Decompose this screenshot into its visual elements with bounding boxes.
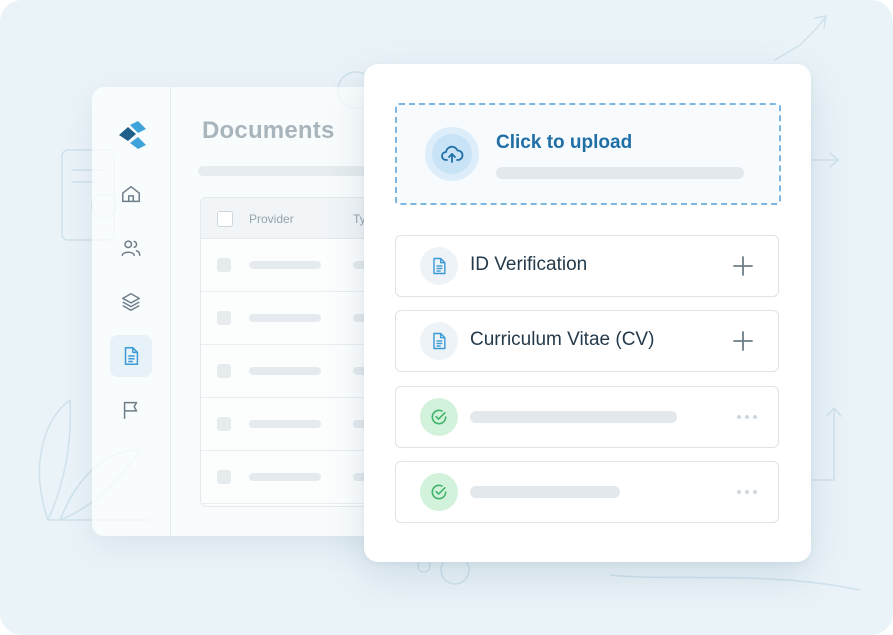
sidebar-item-users[interactable] — [110, 227, 152, 269]
document-icon — [433, 257, 446, 275]
sidebar-item-layers[interactable] — [110, 281, 152, 323]
more-icon[interactable] — [736, 488, 758, 496]
document-item-id-verification[interactable]: ID Verification — [395, 235, 779, 297]
sidebar-item-home[interactable] — [110, 173, 152, 215]
upload-card: Click to upload ID Verification Curricul… — [364, 64, 811, 562]
completed-document-item[interactable] — [395, 386, 779, 448]
check-circle-icon — [431, 484, 447, 500]
row-checkbox[interactable] — [217, 258, 231, 272]
check-circle-icon — [431, 409, 447, 425]
layers-icon — [122, 293, 140, 311]
canvas: Documents Provider Ty Click to upload ID… — [0, 0, 893, 635]
document-item-cv[interactable]: Curriculum Vitae (CV) — [395, 310, 779, 372]
completed-document-item[interactable] — [395, 461, 779, 523]
document-icon-badge — [420, 247, 458, 285]
row-checkbox[interactable] — [217, 364, 231, 378]
row-checkbox[interactable] — [217, 417, 231, 431]
subtitle-placeholder — [198, 166, 378, 176]
document-icon — [124, 347, 139, 365]
sidebar-item-documents[interactable] — [110, 335, 152, 377]
cell-placeholder — [249, 261, 321, 269]
home-icon — [122, 185, 140, 203]
cell-placeholder — [249, 473, 321, 481]
sidebar-item-flag[interactable] — [110, 389, 152, 431]
document-icon-badge — [420, 322, 458, 360]
cell-placeholder — [249, 367, 321, 375]
check-icon-badge — [420, 473, 458, 511]
more-icon[interactable] — [736, 413, 758, 421]
row-checkbox[interactable] — [217, 311, 231, 325]
documents-window: Documents Provider Ty — [92, 87, 392, 536]
document-label: ID Verification — [470, 254, 588, 275]
brand-logo — [119, 121, 146, 149]
column-header-provider[interactable]: Provider — [249, 212, 294, 226]
check-icon-badge — [420, 398, 458, 436]
upload-dropzone[interactable]: Click to upload — [395, 103, 781, 205]
document-icon — [433, 332, 446, 350]
cell-placeholder — [249, 420, 321, 428]
users-icon — [121, 240, 141, 257]
cell-placeholder — [249, 314, 321, 322]
flag-icon — [123, 401, 138, 419]
select-all-checkbox[interactable] — [217, 211, 233, 227]
upload-label: Click to upload — [496, 132, 633, 153]
completed-label-placeholder — [470, 411, 677, 423]
plus-icon[interactable] — [732, 255, 754, 277]
upload-hint-placeholder — [496, 167, 744, 179]
plus-icon[interactable] — [732, 330, 754, 352]
page-title: Documents — [202, 117, 335, 144]
document-label: Curriculum Vitae (CV) — [470, 329, 655, 350]
row-checkbox[interactable] — [217, 470, 231, 484]
completed-label-placeholder — [470, 486, 620, 498]
upload-icon-badge — [425, 127, 479, 181]
cloud-upload-icon — [441, 145, 464, 163]
sidebar — [92, 87, 171, 536]
